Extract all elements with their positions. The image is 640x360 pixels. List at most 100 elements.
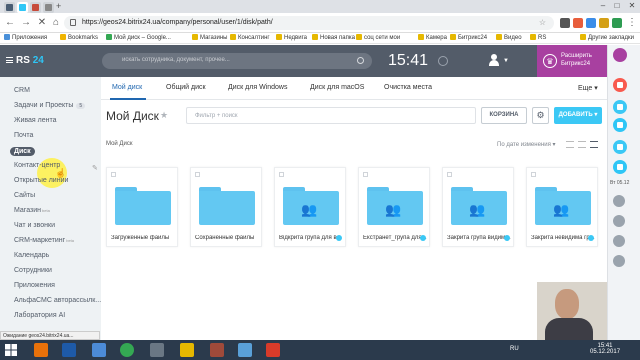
bookmark-item[interactable]: Битрикс24 bbox=[450, 34, 487, 43]
menu-item-crm-marketing[interactable]: CRM-маркетингbeta bbox=[14, 237, 74, 244]
folder-tile[interactable]: 👥 Закрита невидима гр... bbox=[526, 167, 598, 247]
phone-icon[interactable] bbox=[613, 100, 627, 114]
folder-tile[interactable]: 👥 Екстранет_група для... bbox=[358, 167, 430, 247]
explorer-icon[interactable] bbox=[92, 343, 106, 357]
menu-item-calendar[interactable]: Календарь bbox=[14, 252, 49, 259]
menu-item-tasks[interactable]: Задачи и Проекты 5 bbox=[14, 102, 86, 109]
select-checkbox[interactable] bbox=[111, 172, 116, 177]
contact-avatar[interactable] bbox=[613, 235, 625, 247]
workday-clock-icon[interactable] bbox=[438, 56, 448, 66]
bookmark-item[interactable]: соц сети мои bbox=[356, 34, 400, 43]
bookmark-item[interactable]: Недвига bbox=[276, 34, 307, 43]
add-button[interactable]: ДОБАВИТЬ ▾ bbox=[554, 107, 602, 124]
tray-clock[interactable]: 15:41 05.12.2017 bbox=[590, 343, 620, 355]
menu-item-chat[interactable]: Чат и звонки bbox=[14, 222, 55, 229]
bookmark-item[interactable]: Новая папка bbox=[312, 34, 355, 43]
menu-item-shop[interactable]: Магазинbeta bbox=[14, 207, 50, 214]
tab-cleanup[interactable]: Очистка места bbox=[384, 84, 432, 91]
app-icon[interactable] bbox=[210, 343, 224, 357]
contact-avatar[interactable] bbox=[613, 195, 625, 207]
folder-tile[interactable]: Сохраненные файлы bbox=[190, 167, 262, 247]
new-tab-icon[interactable]: + bbox=[56, 1, 61, 11]
bookmark-item[interactable]: Мой диск – Google... bbox=[106, 34, 171, 43]
close-icon[interactable]: ✕ bbox=[625, 1, 639, 11]
browser-tab-active[interactable] bbox=[17, 2, 28, 13]
bookmark-item[interactable]: Bookmarks bbox=[60, 34, 98, 43]
upgrade-button[interactable]: ♛ Расширить Битрикс24 bbox=[537, 45, 607, 77]
menu-item-mail[interactable]: Почта bbox=[14, 132, 33, 139]
folder-tile[interactable]: 👥 Відкрита група для в... bbox=[274, 167, 346, 247]
app-icon[interactable] bbox=[150, 343, 164, 357]
tab-disk-windows[interactable]: Диск для Windows bbox=[228, 84, 287, 91]
trash-button[interactable]: КОРЗИНА bbox=[481, 107, 527, 124]
menu-item-disk[interactable]: Диск bbox=[10, 147, 35, 156]
select-checkbox[interactable] bbox=[363, 172, 368, 177]
bookmark-star-icon[interactable]: ☆ bbox=[539, 18, 546, 27]
extension-icon[interactable] bbox=[612, 18, 622, 28]
notifications-icon[interactable] bbox=[613, 48, 627, 62]
edit-pencil-icon[interactable]: ✎ bbox=[92, 164, 98, 172]
portal-search-input[interactable]: искать сотрудника, документ, прочее... bbox=[102, 53, 372, 69]
word-icon[interactable] bbox=[62, 343, 76, 357]
tasks-icon[interactable] bbox=[613, 160, 627, 174]
favorite-star-icon[interactable]: ★ bbox=[160, 110, 168, 121]
menu-item-apps[interactable]: Приложения bbox=[14, 282, 55, 289]
address-bar[interactable]: https://geos24.bitrix24.ua/company/perso… bbox=[64, 16, 554, 30]
contact-avatar[interactable] bbox=[613, 255, 625, 267]
extension-icon[interactable] bbox=[599, 18, 609, 28]
settings-gear-icon[interactable]: ⚙ bbox=[532, 107, 549, 124]
bookmark-item[interactable]: Приложения bbox=[4, 34, 47, 43]
stop-icon[interactable]: ✕ bbox=[36, 17, 48, 29]
menu-item-sites[interactable]: Сайты bbox=[14, 192, 35, 199]
bookmark-item[interactable]: Консалтинг bbox=[230, 34, 270, 43]
menu-item-alfasms[interactable]: АльфаСМС авторассылк... bbox=[14, 297, 101, 304]
extension-icon[interactable] bbox=[573, 18, 583, 28]
cloud-icon[interactable] bbox=[238, 343, 252, 357]
chevron-down-icon[interactable]: ▼ bbox=[503, 58, 509, 64]
chat-icon[interactable] bbox=[613, 78, 627, 92]
calendar-icon[interactable] bbox=[613, 140, 627, 154]
menu-item-employees[interactable]: Сотрудники bbox=[14, 267, 52, 274]
filter-search-input[interactable]: Фильтр + поиск bbox=[186, 107, 476, 124]
bookmark-item[interactable]: Видео bbox=[496, 34, 522, 43]
select-checkbox[interactable] bbox=[531, 172, 536, 177]
bookmark-item[interactable]: RS bbox=[530, 34, 546, 43]
browser-menu-icon[interactable]: ⋮ bbox=[626, 17, 638, 29]
portal-logo[interactable]: RS 24 bbox=[6, 55, 44, 66]
minimize-icon[interactable]: – bbox=[596, 1, 610, 11]
bookmark-item[interactable]: Камера bbox=[418, 34, 447, 43]
menu-item-ai-lab[interactable]: Лаборатория AI bbox=[14, 312, 65, 319]
folder-app-icon[interactable] bbox=[180, 343, 194, 357]
menu-item-feed[interactable]: Живая лента bbox=[14, 117, 57, 124]
more-menu[interactable]: Еще ▾ bbox=[578, 84, 598, 92]
sort-dropdown[interactable]: По дате изменения ▾ bbox=[497, 141, 556, 148]
tab-my-disk[interactable]: Мой диск bbox=[112, 84, 142, 91]
folder-tile[interactable]: Загруженные файлы bbox=[106, 167, 178, 247]
tab-disk-macos[interactable]: Диск для macOS bbox=[310, 84, 364, 91]
home-icon[interactable]: ⌂ bbox=[50, 17, 62, 29]
app-icon[interactable] bbox=[266, 343, 280, 357]
tab-shared-disk[interactable]: Общий диск bbox=[166, 84, 206, 91]
select-checkbox[interactable] bbox=[447, 172, 452, 177]
browser-tab[interactable] bbox=[43, 2, 54, 13]
select-checkbox[interactable] bbox=[279, 172, 284, 177]
menu-item-crm[interactable]: CRM bbox=[14, 87, 30, 94]
header-clock[interactable]: 15:41 bbox=[388, 52, 428, 70]
windows-start-icon[interactable] bbox=[4, 343, 18, 357]
firefox-icon[interactable] bbox=[34, 343, 48, 357]
search-rail-icon[interactable] bbox=[613, 118, 627, 132]
folder-tile[interactable]: 👥 Закрита група видима... bbox=[442, 167, 514, 247]
forward-icon[interactable]: → bbox=[20, 17, 32, 29]
large-tiles-view-icon[interactable] bbox=[590, 141, 598, 148]
extension-icon[interactable] bbox=[560, 18, 570, 28]
menu-icon[interactable] bbox=[6, 57, 13, 64]
bookmark-item[interactable]: Магазины bbox=[192, 34, 227, 43]
bookmark-item[interactable]: Другие закладки bbox=[580, 34, 634, 43]
menu-item-contact-center[interactable]: Контакт-центр bbox=[14, 162, 60, 169]
chrome-icon[interactable] bbox=[120, 343, 134, 357]
keyboard-language[interactable]: RU bbox=[510, 346, 519, 352]
extension-icon[interactable] bbox=[586, 18, 596, 28]
select-checkbox[interactable] bbox=[195, 172, 200, 177]
maximize-icon[interactable]: □ bbox=[610, 1, 624, 11]
back-icon[interactable]: ← bbox=[4, 17, 16, 29]
